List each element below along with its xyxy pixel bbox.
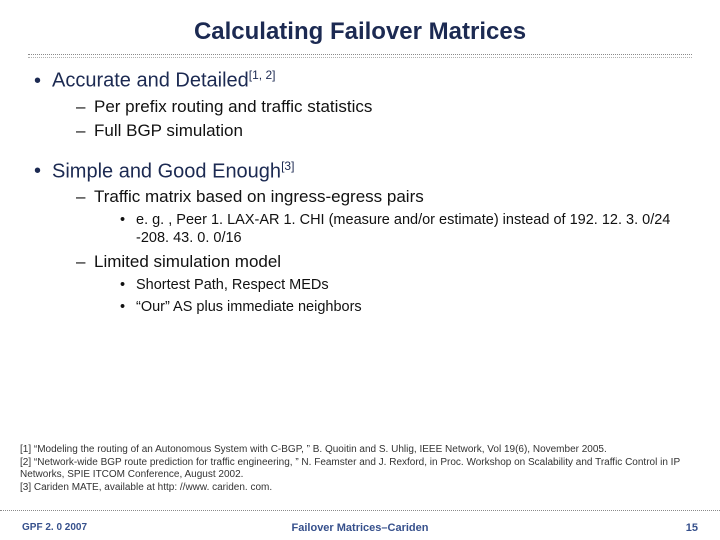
slide-footer: GPF 2. 0 2007 Failover Matrices–Cariden … (0, 510, 720, 540)
reference-item: [2] “Network-wide BGP route prediction f… (20, 457, 700, 482)
bullet-level3: • “Our” AS plus immediate neighbors (120, 298, 692, 316)
slide-content: • Accurate and Detailed[1, 2] – Per pref… (28, 68, 692, 316)
dash-icon: – (76, 252, 94, 272)
dash-icon: – (76, 97, 94, 117)
divider-top-2 (28, 57, 692, 58)
bullet-text: Traffic matrix based on ingress-egress p… (94, 187, 424, 207)
footer-center: Failover Matrices–Cariden (292, 522, 429, 534)
bullet-level2: – Full BGP simulation (76, 121, 692, 141)
bullet-text: “Our” AS plus immediate neighbors (136, 298, 362, 316)
bullet-level1: • Accurate and Detailed[1, 2] (34, 68, 692, 93)
bullet-level2: – Per prefix routing and traffic statist… (76, 97, 692, 117)
bullet-dot-icon: • (120, 212, 136, 228)
bullet-text: Shortest Path, Respect MEDs (136, 276, 329, 294)
bullet-text: Per prefix routing and traffic statistic… (94, 97, 372, 117)
bullet-level3: • e. g. , Peer 1. LAX-AR 1. CHI (measure… (120, 211, 692, 247)
bullet-text: Simple and Good Enough[3] (52, 159, 294, 184)
footer-page-number: 15 (686, 522, 698, 534)
bullet-level1: • Simple and Good Enough[3] (34, 159, 692, 184)
bullet-main-text: Simple and Good Enough (52, 160, 281, 182)
slide-title: Calculating Failover Matrices (28, 18, 692, 46)
bullet-text: Full BGP simulation (94, 121, 243, 141)
bullet-level2: – Traffic matrix based on ingress-egress… (76, 187, 692, 207)
slide: Calculating Failover Matrices • Accurate… (0, 0, 720, 540)
references-block: [1] “Modeling the routing of an Autonomo… (20, 444, 700, 494)
bullet-superscript: [3] (281, 159, 294, 173)
reference-item: [3] Cariden MATE, available at http: //w… (20, 482, 700, 495)
bullet-level2: – Limited simulation model (76, 252, 692, 272)
bullet-text: Accurate and Detailed[1, 2] (52, 68, 275, 93)
bullet-text: Limited simulation model (94, 252, 281, 272)
bullet-level3: • Shortest Path, Respect MEDs (120, 276, 692, 294)
footer-left: GPF 2. 0 2007 (22, 522, 87, 533)
bullet-main-text: Accurate and Detailed (52, 70, 249, 92)
dash-icon: – (76, 187, 94, 207)
bullet-dot-icon: • (120, 299, 136, 315)
bullet-dot-icon: • (34, 160, 52, 183)
divider-top-1 (28, 54, 692, 55)
dash-icon: – (76, 121, 94, 141)
bullet-dot-icon: • (34, 70, 52, 93)
bullet-dot-icon: • (120, 277, 136, 293)
reference-item: [1] “Modeling the routing of an Autonomo… (20, 444, 700, 457)
bullet-text: e. g. , Peer 1. LAX-AR 1. CHI (measure a… (136, 211, 692, 247)
bullet-superscript: [1, 2] (249, 68, 276, 82)
